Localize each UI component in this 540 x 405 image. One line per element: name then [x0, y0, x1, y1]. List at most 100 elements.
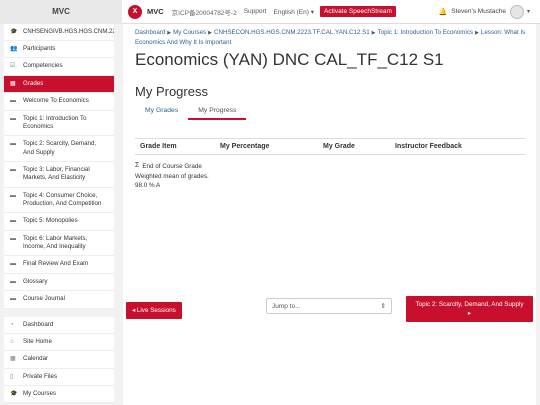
sidebar-item-topic-3-labor-financial-markets-and-elasticity[interactable]: ▬ Topic 3: Labor, Financial Markets, And … — [4, 162, 114, 188]
sigma-icon: Σ — [135, 162, 140, 169]
site-name[interactable]: MVC — [147, 7, 164, 16]
table-row: Σ End of Course Grade Weighted mean of g… — [135, 155, 525, 190]
sidebar-item-welcome-to-economics[interactable]: ▬ Welcome To Economics — [4, 93, 114, 111]
breadcrumb-link[interactable]: Topic 1: Introduction To Economics — [378, 29, 474, 36]
sidebar-item-label: Topic 3: Labor, Financial Markets, And E… — [23, 165, 90, 182]
next-topic-label: Topic 2: Scarcity, Demand, And Supply — [415, 301, 524, 308]
sidebar-item-label: Topic 2: Scarcity, Demand, And Supply — [23, 140, 97, 156]
chevron-right-icon: ▸ — [467, 309, 472, 317]
breadcrumb-separator-icon: ▶ — [475, 30, 479, 36]
header-grade-item: Grade Item — [140, 143, 177, 150]
avatar[interactable] — [509, 4, 524, 19]
sidebar-item-label: Course Journal — [23, 295, 65, 303]
user-name[interactable]: Steven's Mustache — [451, 8, 506, 15]
sidebar-item-grades[interactable]: ▦ Grades — [4, 75, 114, 94]
page-title: Economics (YAN) DNC CAL_TF_C12 S1 — [135, 50, 444, 69]
breadcrumb: Dashboard ▶ My Courses ▶ CNHSECON.HGS.HGS.CN… — [135, 28, 530, 47]
icp-link[interactable]: 京ICP备20004782号-2 — [172, 7, 237, 17]
sidebar-item-label: Grades — [23, 79, 44, 87]
grade-table: Grade Item My Percentage My Grade Instru… — [135, 138, 525, 190]
folder-icon: ▬ — [10, 296, 16, 303]
sidebar-item-private-files[interactable]: ▯ Private Files — [4, 369, 114, 386]
header-my-percentage: My Percentage — [220, 143, 270, 150]
sidebar-item-glossary[interactable]: ▬ Glossary — [4, 274, 114, 292]
sidebar-item-calendar[interactable]: ▦ Calendar — [4, 351, 114, 369]
sidebar-item-site-home[interactable]: ⌂ Site Home — [4, 334, 114, 352]
sidebar-item-dashboard[interactable]: ◔ Dashboard — [4, 317, 114, 334]
sidebar-item-label: Welcome To Economics — [23, 97, 89, 105]
breadcrumb-link[interactable]: Dashboard — [135, 29, 165, 36]
folder-icon: ▬ — [10, 235, 16, 242]
next-topic-button[interactable]: Topic 2: Scarcity, Demand, And Supply ▸ — [406, 296, 533, 322]
graduation-cap-icon: 🎓 — [10, 391, 18, 397]
chevron-down-icon[interactable]: ▾ — [527, 8, 530, 15]
site-logo-icon[interactable]: X — [128, 4, 142, 19]
sidebar-item-label: Site Home — [23, 337, 52, 345]
jump-to-label: Jump to... — [272, 302, 301, 310]
breadcrumb-link[interactable]: My Courses — [173, 29, 206, 36]
course-navigation: 🎓 CNHSENGIVB.HGS.HGS.CNM.2223.TF.CA 👥 Parti… — [4, 24, 114, 309]
language-menu[interactable]: English (En) ▾ — [274, 8, 314, 16]
tab-my-progress[interactable]: My Progress — [188, 103, 247, 120]
support-link[interactable]: Support — [244, 8, 267, 15]
site-navigation: ◔ Dashboard ⌂ Site Home ▦ Calendar ▯ Private Fi… — [4, 316, 114, 404]
bell-icon[interactable]: 🔔 — [439, 8, 448, 16]
sidebar-item-topic-2-scarcity-demand-and-supply[interactable]: ▬ Topic 2: Scarcity, Demand, And Supply — [4, 136, 114, 162]
user-menu-area: 🔔 Steven's Mustache ▾ — [439, 4, 530, 19]
sidebar-item-label: Calendar — [23, 355, 49, 363]
grade-table-header: Grade Item My Percentage My Grade Instru… — [135, 138, 525, 155]
sidebar-item-my-courses[interactable]: 🎓 My Courses — [4, 386, 114, 404]
sidebar-item-label: Participants — [23, 45, 56, 53]
grade-item-description: Weighted mean of grades. — [135, 172, 209, 180]
live-sessions-button[interactable]: ◂ Live Sessions — [126, 302, 182, 319]
sidebar-item-topic-4-consumer-choice-production-and-competition[interactable]: ▬ Topic 4: Consumer Choice, Production, A… — [4, 188, 114, 214]
sidebar-item-label: CNHSENGIVB.HGS.HGS.CNM.2223.TF.CA — [23, 29, 114, 35]
sidebar-item-cnhsengivb-hgs-hgs-cnm-2223-tf-ca[interactable]: 🎓 CNHSENGIVB.HGS.HGS.CNM.2223.TF.CA — [4, 24, 114, 42]
tab-my-grades[interactable]: My Grades — [135, 103, 188, 120]
sidebar-item-label: Dashboard — [23, 320, 54, 328]
folder-icon: ▬ — [10, 192, 16, 199]
top-navbar: MVC X MVC 京ICP备20004782号-2 Support Engli… — [0, 0, 540, 24]
folder-icon: ▬ — [10, 115, 16, 122]
brand-logo[interactable]: MVC — [0, 0, 122, 24]
folder-icon: ▬ — [10, 218, 16, 225]
folder-icon: ▬ — [10, 261, 16, 268]
sidebar-item-label: Topic 4: Consumer Choice, Production, An… — [23, 191, 102, 208]
grade-item-name: Σ End of Course Grade — [135, 161, 525, 172]
sidebar-item-label: Glossary — [23, 277, 48, 285]
main-content: Dashboard ▶ My Courses ▶ CNHSECON.HGS.HGS.CN… — [123, 24, 536, 405]
sidebar-item-topic-6-labor-markets-income-and-inequality[interactable]: ▬ Topic 6: Labor Markets, Income, And Ine… — [4, 231, 114, 257]
jump-to-select[interactable]: Jump to... ⇕ — [266, 298, 392, 314]
progress-tabs: My Grades My Progress — [135, 103, 247, 120]
header-my-grade: My Grade — [323, 143, 355, 150]
breadcrumb-separator-icon: ▶ — [208, 30, 213, 36]
folder-icon: ▬ — [10, 166, 16, 173]
check-square-icon: ☑ — [10, 63, 16, 70]
sidebar-item-label: Topic 6: Labor Markets, Income, And Ineq… — [23, 234, 88, 251]
file-icon: ▯ — [10, 373, 14, 380]
sidebar: 🎓 CNHSENGIVB.HGS.HGS.CNM.2223.TF.CA 👥 Parti… — [0, 24, 118, 405]
breadcrumb-separator-icon: ▶ — [371, 30, 376, 36]
grade-item-value: 98.0 % A — [135, 181, 161, 189]
table-icon: ▦ — [10, 80, 16, 87]
breadcrumb-separator-icon: ▶ — [167, 30, 172, 36]
sidebar-item-participants[interactable]: 👥 Participants — [4, 41, 114, 59]
sidebar-item-topic-1-introduction-to-economics[interactable]: ▬ Topic 1: Introduction To Economics — [4, 111, 114, 137]
home-icon: ⌂ — [10, 338, 14, 345]
sidebar-item-label: Competencies — [23, 62, 63, 70]
sidebar-item-competencies[interactable]: ☑ Competencies — [4, 58, 114, 76]
sidebar-item-label: Private Files — [23, 372, 58, 380]
select-caret-icon: ⇕ — [380, 303, 386, 310]
folder-icon: ▬ — [10, 278, 16, 285]
sidebar-item-label: Topic 1: Introduction To Economics — [23, 114, 87, 130]
sidebar-item-final-review-and-exam[interactable]: ▬ Final Review And Exam — [4, 256, 114, 274]
activate-speechstream-button[interactable]: Activate SpeechStream — [319, 6, 396, 17]
users-icon: 👥 — [10, 46, 18, 53]
sidebar-item-label: Topic 5: Monopolies — [23, 217, 78, 225]
sidebar-item-label: My Courses — [23, 390, 57, 397]
sidebar-item-topic-5-monopolies[interactable]: ▬ Topic 5: Monopolies — [4, 213, 114, 231]
header-instructor-feedback: Instructor Feedback — [395, 143, 462, 150]
breadcrumb-link[interactable]: CNHSECON.HGS.HGS.CNM.2223.TF.CAL.YAN.C12… — [214, 29, 370, 36]
sidebar-item-course-journal[interactable]: ▬ Course Journal — [4, 291, 114, 309]
grade-item-label: End of Course Grade — [142, 162, 202, 170]
